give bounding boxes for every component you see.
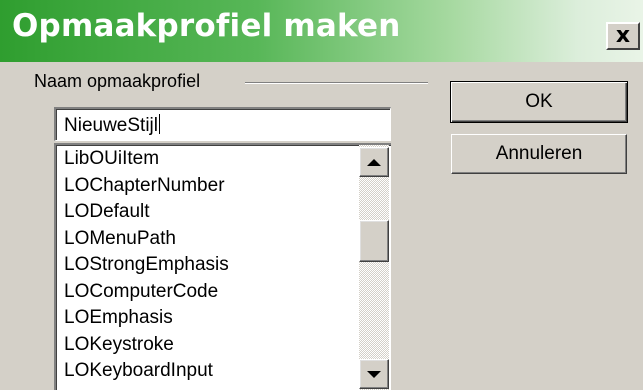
scrollbar-thumb[interactable] <box>359 220 389 262</box>
dialog-title: Opmaakprofiel maken <box>12 8 401 44</box>
vertical-scrollbar[interactable] <box>359 145 389 390</box>
list-item[interactable]: LOMenuPath <box>64 226 229 253</box>
list-item[interactable]: LOStrongEmphasis <box>64 252 229 279</box>
arrow-down-icon <box>367 370 381 378</box>
close-button[interactable]: x <box>606 22 640 50</box>
list-item[interactable]: LibOUiItem <box>64 146 229 173</box>
style-name-group-label: Naam opmaakprofiel <box>34 71 207 92</box>
style-name-input[interactable]: NieuweStijl <box>54 107 391 141</box>
close-icon: x <box>615 23 631 48</box>
list-item[interactable]: LOKeyboardInput <box>64 358 229 385</box>
scroll-up-button[interactable] <box>359 147 389 177</box>
existing-styles-list[interactable]: LibOUiItem LOChapterNumber LODefault LOM… <box>54 143 391 390</box>
group-divider <box>245 82 428 84</box>
create-style-dialog: Opmaakprofiel maken x Naam opmaakprofiel… <box>0 0 643 390</box>
ok-button[interactable]: OK <box>450 81 628 123</box>
text-caret <box>158 114 160 134</box>
style-list-items: LibOUiItem LOChapterNumber LODefault LOM… <box>64 146 229 385</box>
cancel-button[interactable]: Annuleren <box>451 134 627 174</box>
style-name-value: NieuweStijl <box>64 115 158 136</box>
list-item[interactable]: LOKeystroke <box>64 332 229 359</box>
list-item[interactable]: LOComputerCode <box>64 279 229 306</box>
list-item[interactable]: LODefault <box>64 199 229 226</box>
list-item[interactable]: LOChapterNumber <box>64 173 229 200</box>
title-bar[interactable]: Opmaakprofiel maken x <box>0 0 643 62</box>
list-item[interactable]: LOEmphasis <box>64 305 229 332</box>
arrow-up-icon <box>367 158 381 166</box>
scroll-down-button[interactable] <box>359 359 389 389</box>
